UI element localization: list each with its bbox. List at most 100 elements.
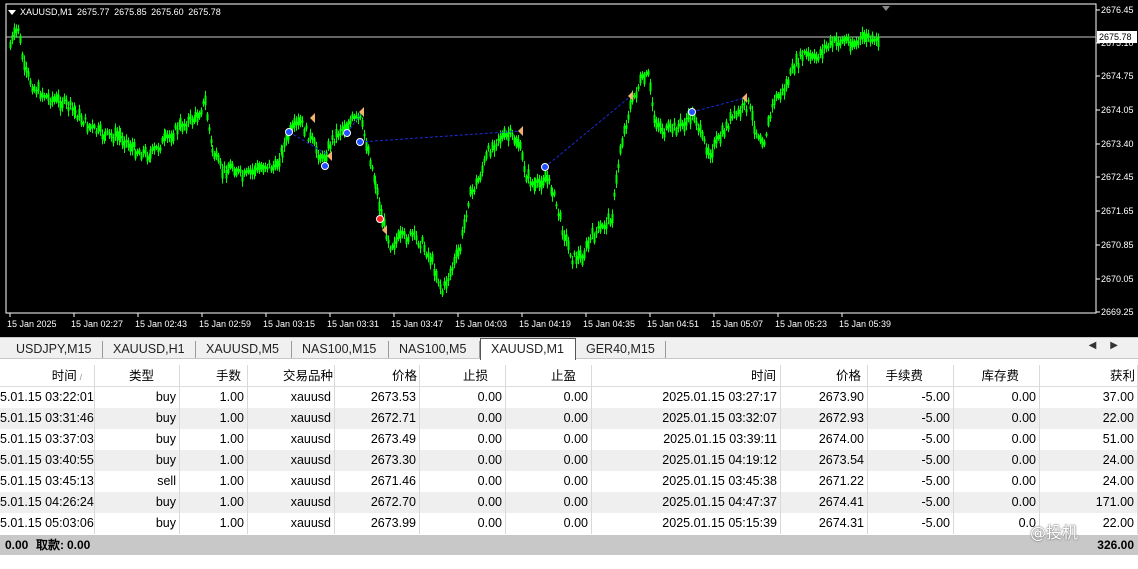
col-header-close-time[interactable]: 时间 xyxy=(592,365,781,386)
col-header-swap[interactable]: 库存费 xyxy=(954,365,1040,386)
col-header-take-profit[interactable]: 止盈 xyxy=(506,365,592,386)
candle-body xyxy=(337,133,340,138)
cell-swap: 0.00 xyxy=(954,429,1040,450)
candle-body xyxy=(270,166,273,172)
candle-body xyxy=(301,120,304,123)
trade-entry-marker-icon[interactable] xyxy=(356,138,364,146)
trade-entry-marker-icon[interactable] xyxy=(285,128,293,136)
tab-xauusd-h1[interactable]: XAUUSD,H1 xyxy=(103,341,196,358)
col-header-open-time[interactable]: 时间 / xyxy=(0,365,95,386)
col-header-open-price[interactable]: 价格 xyxy=(335,365,420,386)
candle-body xyxy=(623,125,626,135)
candle-body xyxy=(521,152,524,160)
candle-body xyxy=(483,158,486,163)
candle-body xyxy=(321,153,324,159)
candle-body xyxy=(853,41,856,48)
candle-body xyxy=(251,168,254,175)
cell-stop-loss: 0.00 xyxy=(420,492,506,513)
cell-lots: 1.00 xyxy=(180,471,248,492)
table-row[interactable]: 5.01.15 05:03:06 buy 1.00 xauusd 2673.99 0.00… xyxy=(0,513,1138,534)
candle-body xyxy=(385,235,388,240)
chart-shift-icon[interactable] xyxy=(882,6,890,11)
price-chart[interactable]: 2676.452675.102674.752674.052673.402672.… xyxy=(0,0,1138,337)
trade-sell-marker-icon[interactable] xyxy=(376,215,384,223)
trade-exit-marker-icon[interactable] xyxy=(327,151,332,161)
candle-body xyxy=(815,54,818,62)
candle-body xyxy=(705,147,708,155)
col-header-lots[interactable]: 手数 xyxy=(180,365,248,386)
trade-entry-marker-icon[interactable] xyxy=(541,163,549,171)
watermark-text: @投机 xyxy=(1030,523,1079,542)
candle-body xyxy=(785,78,788,89)
col-header-type[interactable]: 类型 xyxy=(95,365,180,386)
cell-stop-loss: 0.00 xyxy=(420,450,506,471)
ohlc-low: 2675.60 xyxy=(151,7,184,17)
candle-body xyxy=(871,34,874,42)
candle-body xyxy=(759,135,762,143)
trade-entry-marker-icon[interactable] xyxy=(688,108,696,116)
cell-type: buy xyxy=(95,450,180,471)
trade-exit-marker-icon[interactable] xyxy=(518,126,523,136)
col-header-profit[interactable]: 获利 xyxy=(1040,365,1138,386)
candle-body xyxy=(247,168,250,173)
candle-body xyxy=(519,142,522,149)
trade-entry-marker-icon[interactable] xyxy=(343,129,351,137)
col-header-close-price[interactable]: 价格 xyxy=(781,365,868,386)
candle-body xyxy=(45,94,48,98)
table-row[interactable]: 5.01.15 03:40:55 buy 1.00 xauusd 2673.30 0.00… xyxy=(0,450,1138,471)
candle-body xyxy=(589,237,592,240)
candle-body xyxy=(851,39,854,48)
candle-body xyxy=(469,186,472,196)
tab-ger40-m15[interactable]: GER40,M15 xyxy=(576,341,666,358)
tab-scroll-left-icon[interactable]: ◀ xyxy=(1089,340,1111,351)
chart-header: XAUUSD,M1 2675.77 2675.85 2675.60 2675.7… xyxy=(8,7,223,17)
candle-body xyxy=(601,224,604,228)
chart-canvas[interactable]: 2676.452675.102674.752674.052673.402672.… xyxy=(0,0,1138,337)
tab-scroll-right-icon[interactable]: ▶ xyxy=(1110,340,1132,351)
chart-menu-arrow-icon[interactable] xyxy=(8,10,16,16)
tab-nas100-m15[interactable]: NAS100,M15 xyxy=(292,341,389,358)
table-row[interactable]: 5.01.15 03:31:46 buy 1.00 xauusd 2672.71 0.00… xyxy=(0,408,1138,429)
trade-connector-line xyxy=(544,95,632,168)
tab-nas100-m5[interactable]: NAS100,M5 xyxy=(389,341,480,358)
candle-body xyxy=(210,139,213,144)
cell-take-profit: 0.00 xyxy=(506,387,592,408)
candle-body xyxy=(449,268,452,278)
col-header-symbol[interactable]: 交易品种 xyxy=(248,365,335,386)
candle-body xyxy=(401,230,404,235)
candle-body xyxy=(515,137,518,147)
candle-body xyxy=(629,100,632,109)
table-row[interactable]: 5.01.15 03:45:13 sell 1.00 xauusd 2671.46 0.0… xyxy=(0,471,1138,492)
candle-body xyxy=(585,241,588,248)
time-label: 15 Jan 03:31 xyxy=(327,319,379,329)
cell-profit: 24.00 xyxy=(1040,471,1138,492)
trade-exit-marker-icon[interactable] xyxy=(310,113,315,123)
tab-xauusd-m5[interactable]: XAUUSD,M5 xyxy=(196,341,292,358)
candle-body xyxy=(439,284,442,290)
candle-body xyxy=(399,230,402,239)
cell-swap: 0.00 xyxy=(954,492,1040,513)
candle-body xyxy=(43,95,46,99)
col-header-commission[interactable]: 手续费 xyxy=(868,365,954,386)
cell-close-time: 2025.01.15 04:47:37 xyxy=(592,492,781,513)
table-row[interactable]: 5.01.15 03:37:03 buy 1.00 xauusd 2673.49 0.00… xyxy=(0,429,1138,450)
candle-body xyxy=(407,236,410,242)
cell-commission: -5.00 xyxy=(868,471,954,492)
candle-body xyxy=(479,174,482,181)
candle-body xyxy=(781,88,784,91)
candle-body xyxy=(447,277,450,282)
candle-body xyxy=(697,127,700,132)
col-header-stop-loss[interactable]: 止损 xyxy=(420,365,506,386)
table-row[interactable]: 5.01.15 03:22:01 buy 1.00 xauusd 2673.53 0.00… xyxy=(0,387,1138,408)
cell-close-time: 2025.01.15 05:15:39 xyxy=(592,513,781,534)
table-row[interactable]: 5.01.15 04:26:24 buy 1.00 xauusd 2672.70 0.00… xyxy=(0,492,1138,513)
candle-body xyxy=(625,125,628,129)
tab-usdjpy-m15[interactable]: USDJPY,M15 xyxy=(6,341,103,358)
candle-body xyxy=(609,219,612,226)
candle-body xyxy=(833,37,836,42)
tab-xauusd-m1[interactable]: XAUUSD,M1 xyxy=(480,338,576,360)
trade-entry-marker-icon[interactable] xyxy=(321,162,329,170)
cell-symbol: xauusd xyxy=(248,408,335,429)
candle-body xyxy=(82,122,85,126)
candle-body xyxy=(393,241,396,250)
